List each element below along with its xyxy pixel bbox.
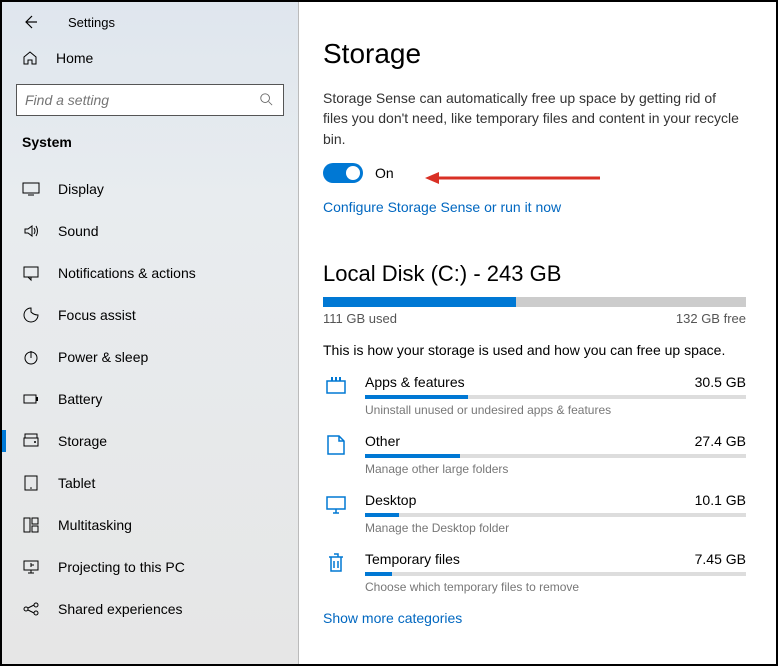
back-button[interactable] bbox=[22, 14, 38, 30]
configure-link[interactable]: Configure Storage Sense or run it now bbox=[323, 199, 746, 215]
sidebar-item-shared[interactable]: Shared experiences bbox=[2, 588, 298, 630]
sidebar-item-label: Shared experiences bbox=[58, 601, 183, 617]
sidebar-item-storage[interactable]: Storage bbox=[2, 420, 298, 462]
category-name: Other bbox=[365, 433, 400, 449]
category-bar bbox=[365, 572, 746, 576]
shared-icon bbox=[22, 600, 40, 618]
project-icon bbox=[22, 558, 40, 576]
sidebar-item-tablet[interactable]: Tablet bbox=[2, 462, 298, 504]
focus-icon bbox=[22, 306, 40, 324]
tablet-icon bbox=[22, 474, 40, 492]
home-icon bbox=[22, 50, 38, 66]
sidebar-item-label: Projecting to this PC bbox=[58, 559, 185, 575]
storage-sense-desc: Storage Sense can automatically free up … bbox=[323, 88, 743, 149]
show-more-link[interactable]: Show more categories bbox=[323, 610, 746, 626]
category-temp[interactable]: Temporary files 7.45 GB Choose which tempo… bbox=[323, 551, 746, 594]
category-sub: Choose which temporary files to remove bbox=[365, 580, 746, 594]
other-icon bbox=[323, 433, 349, 459]
sidebar-item-notifications[interactable]: Notifications & actions bbox=[2, 252, 298, 294]
toggle-state: On bbox=[375, 165, 394, 181]
temp-icon bbox=[323, 551, 349, 577]
category-name: Apps & features bbox=[365, 374, 465, 390]
display-icon bbox=[22, 180, 40, 198]
category-sub: Uninstall unused or undesired apps & fea… bbox=[365, 403, 746, 417]
sidebar-item-project[interactable]: Projecting to this PC bbox=[2, 546, 298, 588]
disk-used-label: 111 GB used bbox=[323, 311, 397, 326]
disk-free-label: 132 GB free bbox=[676, 311, 746, 326]
home-button[interactable]: Home bbox=[2, 38, 298, 78]
disk-title: Local Disk (C:) - 243 GB bbox=[323, 261, 746, 287]
storage-icon bbox=[22, 432, 40, 450]
sidebar: Settings Home System Display Sound Notific… bbox=[2, 2, 299, 664]
home-label: Home bbox=[56, 50, 93, 66]
sidebar-item-display[interactable]: Display bbox=[2, 168, 298, 210]
desktop-icon bbox=[323, 492, 349, 518]
search-icon bbox=[259, 92, 275, 108]
battery-icon bbox=[22, 390, 40, 408]
storage-sense-toggle[interactable] bbox=[323, 163, 363, 183]
sidebar-item-label: Storage bbox=[58, 433, 107, 449]
main-content: Storage Storage Sense can automatically … bbox=[299, 2, 776, 664]
category-bar bbox=[365, 454, 746, 458]
category-size: 10.1 GB bbox=[695, 492, 746, 508]
category-size: 30.5 GB bbox=[695, 374, 746, 390]
category-name: Desktop bbox=[365, 492, 416, 508]
red-arrow-annotation bbox=[425, 171, 600, 185]
sidebar-item-multitask[interactable]: Multitasking bbox=[2, 504, 298, 546]
section-label: System bbox=[2, 128, 298, 168]
app-title: Settings bbox=[68, 15, 115, 30]
category-sub: Manage the Desktop folder bbox=[365, 521, 746, 535]
category-name: Temporary files bbox=[365, 551, 460, 567]
search-box[interactable] bbox=[16, 84, 284, 116]
usage-desc: This is how your storage is used and how… bbox=[323, 342, 746, 358]
multitask-icon bbox=[22, 516, 40, 534]
notifications-icon bbox=[22, 264, 40, 282]
category-bar bbox=[365, 513, 746, 517]
category-apps[interactable]: Apps & features 30.5 GB Uninstall unused o… bbox=[323, 374, 746, 417]
sidebar-item-label: Display bbox=[58, 181, 104, 197]
sidebar-item-sound[interactable]: Sound bbox=[2, 210, 298, 252]
power-icon bbox=[22, 348, 40, 366]
sidebar-item-power[interactable]: Power & sleep bbox=[2, 336, 298, 378]
sidebar-item-label: Notifications & actions bbox=[58, 265, 196, 281]
disk-usage-bar bbox=[323, 297, 746, 307]
nav-list: Display Sound Notifications & actions Focus… bbox=[2, 168, 298, 664]
sidebar-item-label: Sound bbox=[58, 223, 98, 239]
sound-icon bbox=[22, 222, 40, 240]
sidebar-item-battery[interactable]: Battery bbox=[2, 378, 298, 420]
search-input[interactable] bbox=[25, 92, 259, 108]
category-size: 7.45 GB bbox=[695, 551, 746, 567]
sidebar-item-label: Power & sleep bbox=[58, 349, 148, 365]
sidebar-item-label: Battery bbox=[58, 391, 102, 407]
sidebar-item-label: Tablet bbox=[58, 475, 95, 491]
category-size: 27.4 GB bbox=[695, 433, 746, 449]
category-bar bbox=[365, 395, 746, 399]
apps-icon bbox=[323, 374, 349, 400]
sidebar-item-label: Focus assist bbox=[58, 307, 136, 323]
sidebar-item-focus[interactable]: Focus assist bbox=[2, 294, 298, 336]
category-desktop[interactable]: Desktop 10.1 GB Manage the Desktop folder bbox=[323, 492, 746, 535]
back-arrow-icon bbox=[22, 14, 38, 30]
category-sub: Manage other large folders bbox=[365, 462, 746, 476]
sidebar-item-label: Multitasking bbox=[58, 517, 132, 533]
category-other[interactable]: Other 27.4 GB Manage other large folders bbox=[323, 433, 746, 476]
page-title: Storage bbox=[323, 38, 746, 70]
